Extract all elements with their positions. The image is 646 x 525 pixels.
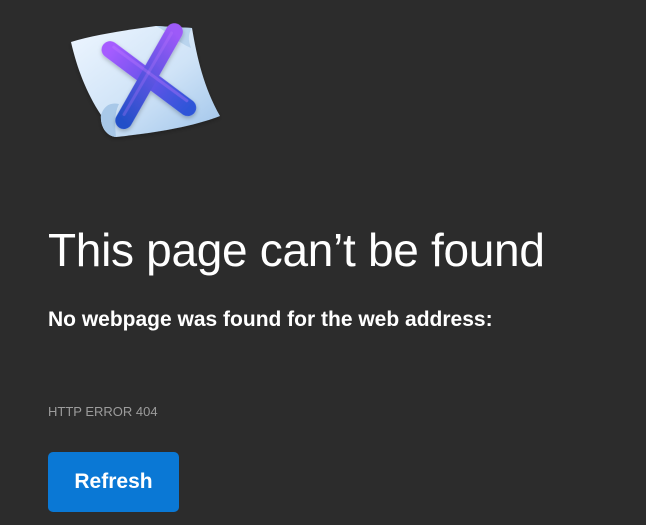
- page-title: This page can’t be found: [48, 224, 545, 276]
- error-page: This page can’t be found No webpage was …: [0, 0, 646, 525]
- refresh-button[interactable]: Refresh: [48, 452, 179, 512]
- broken-page-x-icon: [71, 23, 220, 137]
- error-message: No webpage was found for the web address…: [48, 308, 493, 331]
- error-code: HTTP ERROR 404: [48, 404, 158, 419]
